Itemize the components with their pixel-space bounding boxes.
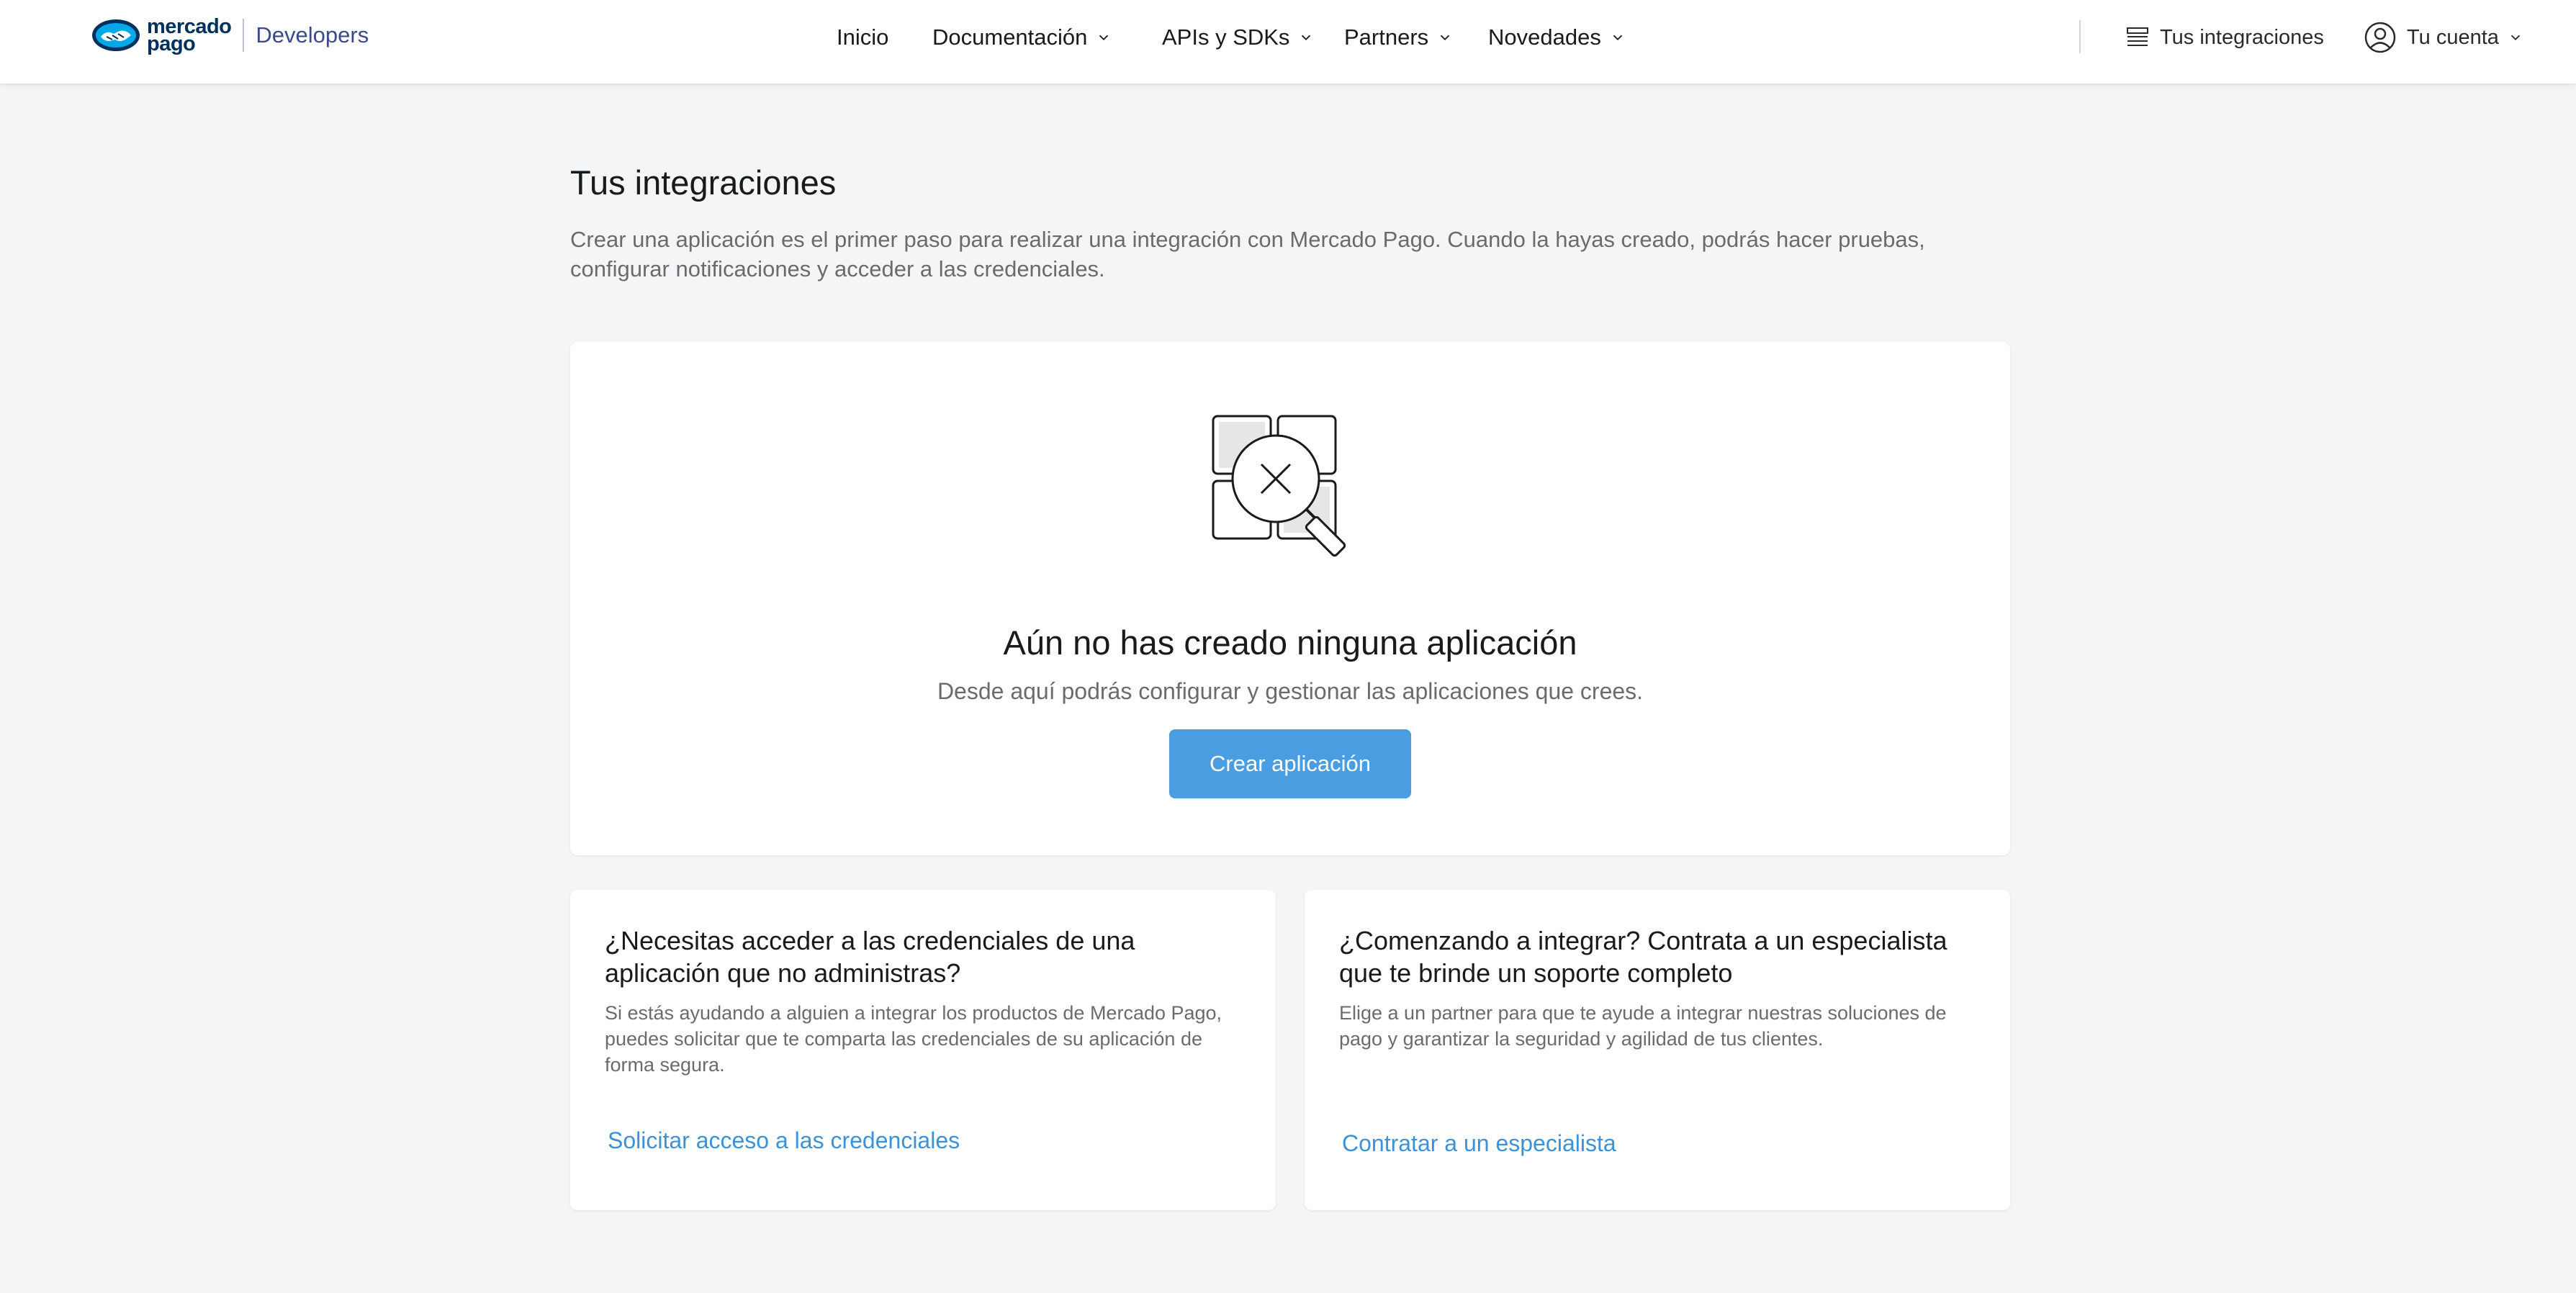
empty-state-card: Aún no has creado ninguna aplicación Des… — [570, 342, 2010, 855]
search-no-results-illustration — [1212, 415, 1346, 557]
top-navigation-bar: mercado pago Developers Inicio Documenta… — [0, 0, 2576, 84]
empty-state-title: Aún no has creado ninguna aplicación — [1003, 623, 1577, 662]
nav-novedades[interactable]: Novedades — [1488, 23, 1626, 52]
nav-inicio[interactable]: Inicio — [837, 23, 888, 52]
nav-documentacion[interactable]: Documentación — [932, 23, 1112, 52]
nav-partners-label: Partners — [1344, 24, 1429, 50]
create-application-button[interactable]: Crear aplicación — [1169, 729, 1411, 798]
tu-cuenta-label: Tu cuenta — [2407, 25, 2499, 49]
empty-state-subtitle: Desde aquí podrás configurar y gestionar… — [937, 678, 1644, 704]
list-icon — [2127, 27, 2148, 46]
page-title: Tus integraciones — [570, 163, 837, 202]
nav-inicio-label: Inicio — [837, 24, 889, 50]
specialist-card-body: Elige a un partner para que te ayude a i… — [1339, 1002, 1947, 1050]
developers-label: Developers — [256, 22, 369, 48]
nav-partners[interactable]: Partners — [1344, 23, 1453, 52]
user-circle-icon — [2364, 22, 2396, 53]
hire-specialist-card: ¿Comenzando a integrar? Contrata a un es… — [1305, 890, 2010, 1210]
handshake-logo-icon — [92, 19, 140, 51]
request-credentials-link[interactable]: Solicitar acceso a las credenciales — [608, 1127, 960, 1154]
chevron-down-icon — [2510, 35, 2521, 41]
nav-documentacion-label: Documentación — [932, 24, 1088, 50]
mercado-pago-logo[interactable]: mercado pago Developers — [91, 17, 369, 55]
logo-divider — [243, 19, 245, 52]
chevron-down-icon — [1613, 35, 1622, 41]
nav-apis-sdks[interactable]: APIs y SDKs — [1162, 23, 1314, 52]
nav-novedades-label: Novedades — [1488, 24, 1601, 50]
chevron-down-icon — [1099, 35, 1109, 41]
credentials-card-title: ¿Necesitas acceder a las credenciales de… — [605, 926, 1135, 988]
credentials-card-body: Si estás ayudando a alguien a integrar l… — [605, 1002, 1222, 1076]
tus-integraciones-label: Tus integraciones — [2160, 25, 2324, 49]
logo-wordmark: mercado pago — [147, 17, 232, 55]
page-intro: Crear una aplicación es el primer paso p… — [570, 227, 1925, 281]
tus-integraciones-link[interactable]: Tus integraciones — [2125, 22, 2324, 53]
hire-specialist-link[interactable]: Contratar a un especialista — [1342, 1130, 1616, 1157]
chevron-down-icon — [1302, 35, 1311, 41]
tu-cuenta-menu[interactable]: Tu cuenta — [2364, 22, 2534, 53]
nav-apis-sdks-label: APIs y SDKs — [1162, 24, 1290, 50]
credentials-access-card: ¿Necesitas acceder a las credenciales de… — [570, 890, 1276, 1210]
header-divider — [2079, 20, 2081, 53]
page: mercado pago Developers Inicio Documenta… — [0, 0, 2576, 1293]
specialist-card-title: ¿Comenzando a integrar? Contrata a un es… — [1339, 926, 1947, 988]
chevron-down-icon — [1441, 35, 1450, 41]
